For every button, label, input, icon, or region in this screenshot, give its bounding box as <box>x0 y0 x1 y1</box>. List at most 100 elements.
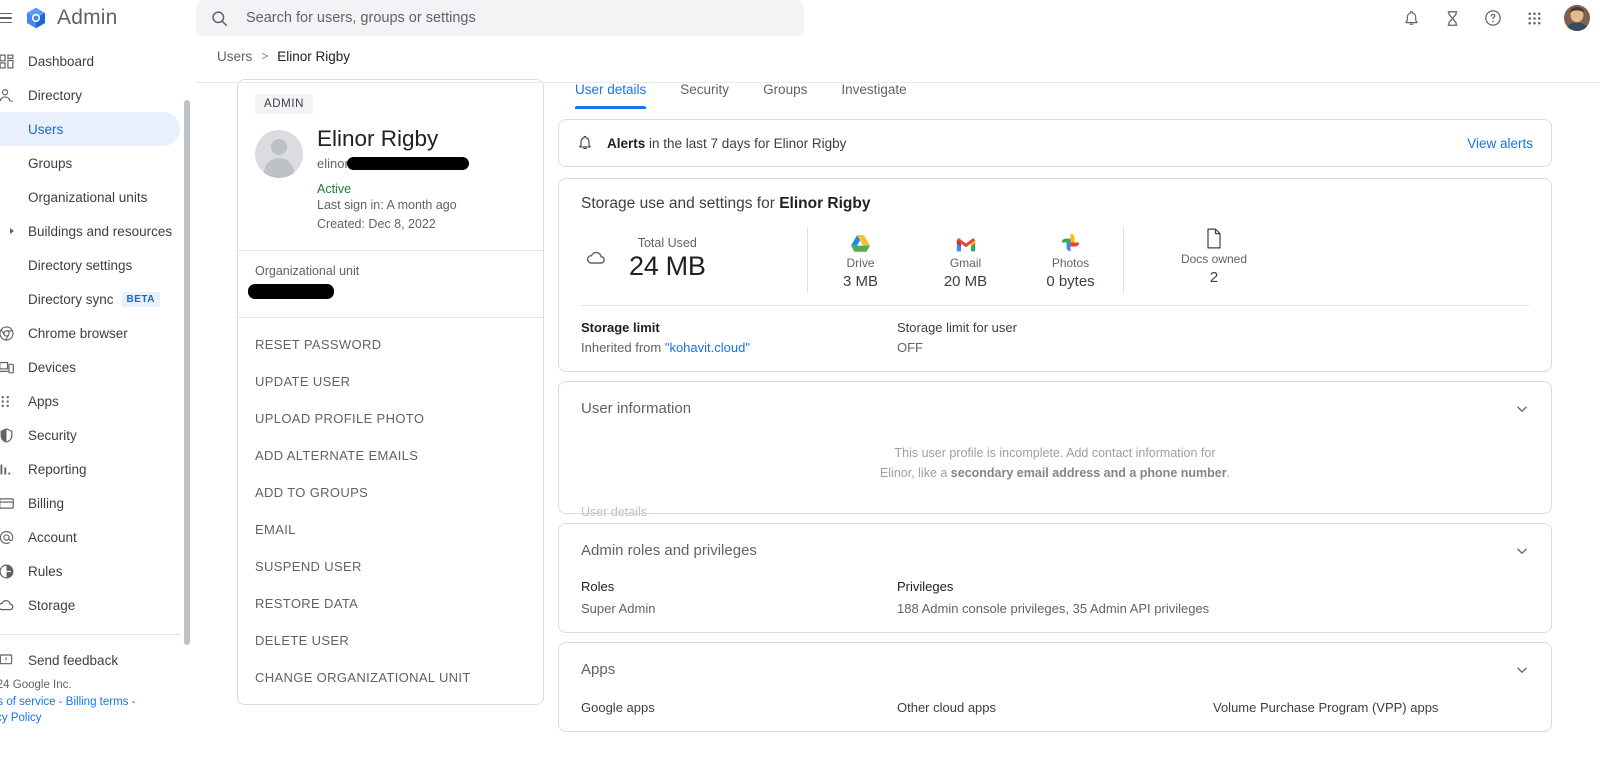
action-add-to-groups[interactable]: ADD TO GROUPS <box>238 474 543 511</box>
sidebar-item-directory-sync[interactable]: Directory sync BETA <box>0 282 180 316</box>
chevron-down-icon[interactable] <box>1513 661 1531 684</box>
sidebar-item-label: Users <box>28 121 64 137</box>
tab-security[interactable]: Security <box>663 76 746 109</box>
apps-column-vpp: Volume Purchase Program (VPP) apps <box>1213 700 1439 715</box>
help-circle-icon[interactable] <box>1482 7 1504 29</box>
brand-block[interactable]: Admin <box>24 6 118 30</box>
sidebar-item-account[interactable]: Account <box>0 520 180 554</box>
sidebar-item-users[interactable]: Users <box>0 112 180 146</box>
service-usage-group: Drive 3 MB Gmail 20 MB Photos 0 bytes <box>808 227 1123 293</box>
apps-heading: Apps <box>581 661 616 678</box>
hamburger-menu-icon[interactable] <box>0 12 12 24</box>
action-restore-data[interactable]: RESTORE DATA <box>238 585 543 622</box>
sidebar-item-label: Billing <box>28 495 65 511</box>
sidebar-item-storage[interactable]: Storage <box>0 588 180 622</box>
notifications-bell-icon[interactable] <box>1400 7 1422 29</box>
action-email[interactable]: EMAIL <box>238 511 543 548</box>
apps-column-google: Google apps <box>581 700 655 715</box>
sidebar-item-security[interactable]: Security <box>0 418 180 452</box>
storage-limit-col: Storage limit Inherited from "kohavit.cl… <box>581 320 897 355</box>
service-name: Gmail <box>949 255 982 270</box>
storage-limit-domain-link[interactable]: "kohavit.cloud" <box>665 340 750 355</box>
privileges-key: Privileges <box>897 579 954 594</box>
breadcrumb: Users > Elinor Rigby <box>195 36 1600 68</box>
apps-grid-icon[interactable] <box>1523 7 1545 29</box>
storage-title-user: Elinor Rigby <box>779 195 871 212</box>
docs-owned-value: 2 <box>1209 269 1219 286</box>
breadcrumb-separator: > <box>261 49 269 63</box>
storage-title-prefix: Storage use and settings for <box>581 195 780 212</box>
sidebar-scrollbar-thumb[interactable] <box>184 100 190 645</box>
reporting-bars-icon <box>0 461 18 478</box>
sidebar-item-label: Devices <box>28 359 77 375</box>
google-admin-logo <box>27 7 45 29</box>
cloud-icon <box>585 247 607 274</box>
action-change-organizational-unit[interactable]: CHANGE ORGANIZATIONAL UNIT <box>238 659 543 696</box>
user-identity-row: Elinor Rigby elinor Active Last sign in:… <box>238 114 543 233</box>
sidebar-item-label: Buildings and resources <box>28 223 173 239</box>
empty-line-2: Elinor, like a secondary email address a… <box>825 463 1285 483</box>
view-alerts-link[interactable]: View alerts <box>1467 136 1533 151</box>
sidebar-footer: 2024 Google Inc. rms of service - Billin… <box>0 677 188 727</box>
sidebar-item-groups[interactable]: Groups <box>0 146 180 180</box>
storage-title: Storage use and settings for Elinor Rigb… <box>581 195 1529 213</box>
shield-icon <box>0 427 18 444</box>
search-input[interactable] <box>244 9 790 27</box>
total-used-block: Total Used 24 MB <box>581 227 807 293</box>
apps-dots-icon <box>0 394 18 409</box>
sidebar-item-billing[interactable]: Billing <box>0 486 180 520</box>
top-bar-icons <box>1400 0 1590 36</box>
billing-card-icon <box>0 495 18 512</box>
sidebar-item-directory-settings[interactable]: Directory settings <box>0 248 180 282</box>
action-add-alternate-emails[interactable]: ADD ALTERNATE EMAILS <box>238 437 543 474</box>
hourglass-icon[interactable] <box>1441 7 1463 29</box>
action-delete-user[interactable]: DELETE USER <box>238 622 543 659</box>
sidebar-item-dashboard[interactable]: Dashboard <box>0 44 180 78</box>
sidebar-item-chrome-browser[interactable]: Chrome browser <box>0 316 180 350</box>
privileges-value: 188 Admin console privileges, 35 Admin A… <box>897 601 1210 616</box>
storage-limit-user-col: Storage limit for user OFF <box>897 320 1213 355</box>
roles-column: Roles Super Admin <box>581 579 897 616</box>
search-bar[interactable] <box>196 0 804 36</box>
breadcrumb-users-link[interactable]: Users <box>217 49 252 64</box>
account-avatar[interactable] <box>1564 5 1590 31</box>
action-suspend-user[interactable]: SUSPEND USER <box>238 548 543 585</box>
sidebar-item-reporting[interactable]: Reporting <box>0 452 180 486</box>
action-upload-profile-photo[interactable]: UPLOAD PROFILE PHOTO <box>238 400 543 437</box>
alerts-rest: in the last 7 days for Elinor Rigby <box>645 135 847 151</box>
chevron-down-icon[interactable] <box>1513 400 1531 423</box>
chevron-down-icon[interactable] <box>1513 542 1531 565</box>
footer-links-line2[interactable]: vacy Policy <box>0 710 188 727</box>
redaction-bar-email <box>346 156 469 170</box>
sidebar-item-apps[interactable]: Apps <box>0 384 180 418</box>
dashboard-icon <box>0 53 18 70</box>
user-email-prefix: elinor <box>317 155 349 171</box>
storage-limit-label: Storage limit <box>581 320 660 335</box>
sidebar-item-organizational-units[interactable]: Organizational units <box>0 180 180 214</box>
sidebar-item-rules[interactable]: Rules <box>0 554 180 588</box>
action-reset-password[interactable]: RESET PASSWORD <box>238 326 543 363</box>
sidebar-item-buildings-and-resources[interactable]: Buildings and resources <box>0 214 180 248</box>
sidebar-item-devices[interactable]: Devices <box>0 350 180 384</box>
service-value: 3 MB <box>842 272 878 290</box>
user-information-empty-message: This user profile is incomplete. Add con… <box>825 443 1285 483</box>
user-summary-card: ADMIN Elinor Rigby elinor Active Last si… <box>237 79 544 705</box>
docs-owned-block: Docs owned 2 <box>1124 227 1304 293</box>
tab-user-details[interactable]: User details <box>573 76 663 109</box>
storage-limit-user-value: OFF <box>897 340 923 355</box>
sidebar-item-directory[interactable]: Directory <box>0 78 180 112</box>
sidebar-divider <box>0 634 180 635</box>
tab-investigate[interactable]: Investigate <box>824 76 923 109</box>
beta-badge: BETA <box>121 291 160 307</box>
devices-icon <box>0 359 18 376</box>
alerts-text: Alerts in the last 7 days for Elinor Rig… <box>607 136 1454 151</box>
tab-groups[interactable]: Groups <box>746 76 824 109</box>
user-avatar-placeholder <box>255 130 303 178</box>
document-icon <box>1205 227 1223 249</box>
action-update-user[interactable]: UPDATE USER <box>238 363 543 400</box>
sidebar-item-send-feedback[interactable]: Send feedback <box>0 643 180 677</box>
footer-links-line1[interactable]: rms of service - Billing terms - <box>0 694 188 711</box>
chevron-right-icon[interactable] <box>10 228 14 234</box>
storage-cloud-icon <box>0 596 18 614</box>
sidebar-item-label: Directory sync <box>28 291 114 307</box>
